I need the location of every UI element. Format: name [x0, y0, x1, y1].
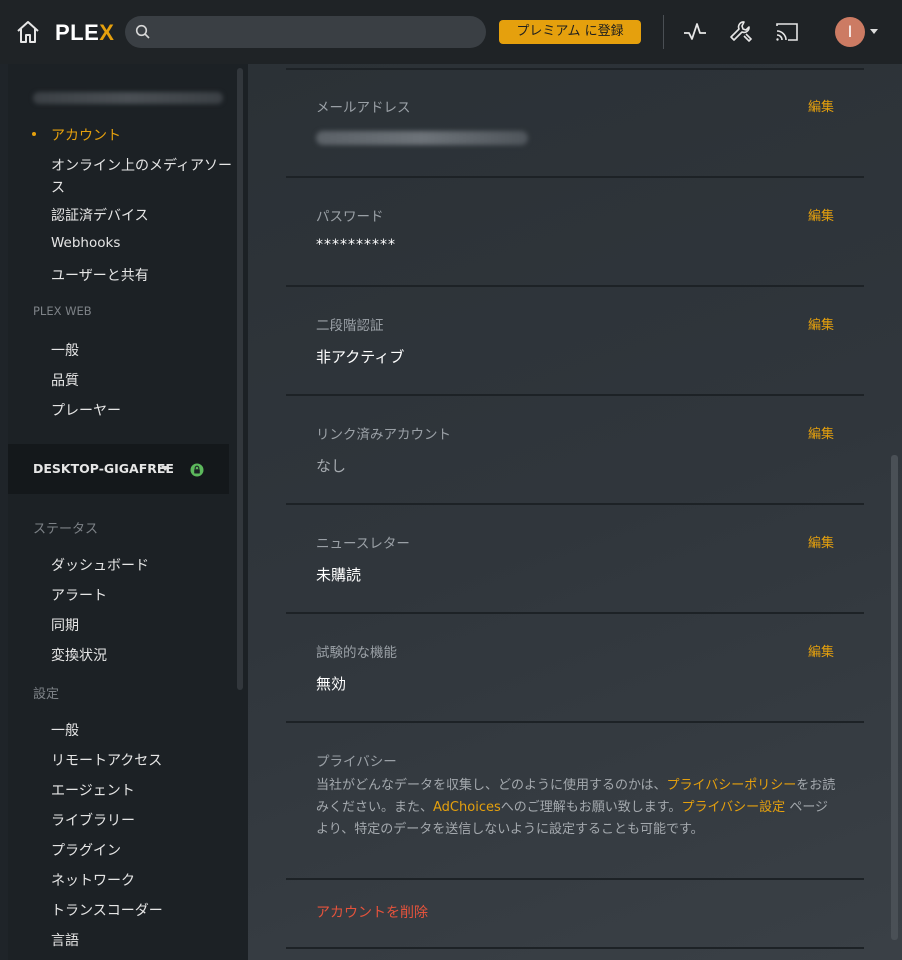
experimental-label: 試験的な機能 — [316, 645, 397, 661]
newsletter-label: ニュースレター — [316, 536, 410, 552]
linked-accounts-value: なし — [316, 457, 347, 475]
sidebar-item-plugins[interactable]: プラグイン — [51, 840, 121, 860]
privacy-policy-link[interactable]: プライバシーポリシー — [666, 778, 796, 793]
cast-icon[interactable] — [774, 18, 800, 46]
account-name-redacted — [33, 92, 223, 104]
sidebar-item-agents[interactable]: エージェント — [51, 780, 135, 800]
section-divider — [286, 285, 864, 287]
linked-accounts-label: リンク済みアカウント — [316, 427, 451, 443]
privacy-text-part: へのご理解もお願い致します。 — [500, 800, 682, 815]
section-divider — [286, 394, 864, 396]
activity-icon[interactable] — [682, 18, 708, 46]
search-icon — [135, 24, 151, 40]
linked-accounts-edit-link[interactable]: 編集 — [808, 423, 834, 442]
sidebar-item-remote-access[interactable]: リモートアクセス — [51, 750, 162, 770]
experimental-edit-link[interactable]: 編集 — [808, 641, 834, 660]
privacy-label: プライバシー — [316, 754, 397, 770]
main-scrollbar[interactable] — [891, 455, 898, 940]
section-divider — [286, 947, 864, 949]
sidebar-item-alerts[interactable]: アラート — [51, 585, 107, 605]
sidebar-scrollbar[interactable] — [237, 68, 243, 690]
section-divider — [286, 878, 864, 880]
privacy-text-part: 当社がどんなデータを収集し、どのように使用するのかは、 — [316, 778, 667, 793]
top-bar: PLEX プレミアム に登録 I — [0, 0, 902, 64]
sidebar-item-settings-general[interactable]: 一般 — [51, 720, 79, 740]
two-factor-edit-link[interactable]: 編集 — [808, 314, 834, 333]
sidebar-item-transcoder[interactable]: トランスコーダー — [51, 900, 163, 920]
section-heading-status: ステータス — [33, 522, 99, 537]
server-name: DESKTOP-GIGAFREE — [33, 461, 174, 476]
two-factor-label: 二段階認証 — [316, 318, 384, 334]
section-heading-settings: 設定 — [33, 687, 60, 702]
plex-logo[interactable]: PLEX — [55, 20, 114, 46]
sidebar-item-dashboard[interactable]: ダッシュボード — [51, 555, 149, 575]
section-divider — [286, 176, 864, 178]
server-selector[interactable]: DESKTOP-GIGAFREE — [8, 444, 229, 494]
delete-account-link[interactable]: アカウントを削除 — [316, 902, 428, 922]
chevron-down-icon[interactable] — [870, 29, 878, 34]
user-avatar[interactable]: I — [835, 17, 865, 47]
sidebar-item-account[interactable]: アカウント — [51, 125, 121, 145]
section-divider — [286, 721, 864, 723]
home-icon[interactable] — [14, 19, 42, 45]
logo-x: X — [99, 20, 115, 45]
password-value: ********** — [316, 237, 396, 253]
search-input[interactable] — [159, 16, 479, 48]
privacy-text: 当社がどんなデータを収集し、どのように使用するのかは、プライバシーポリシーをお読… — [316, 775, 836, 841]
logo-text: PLE — [55, 20, 100, 45]
sidebar-item-online-media-sources-wrap[interactable]: ス — [51, 177, 65, 197]
email-edit-link[interactable]: 編集 — [808, 96, 834, 115]
section-divider — [286, 612, 864, 614]
section-heading-plex-web: PLEX WEB — [33, 304, 92, 318]
sidebar-item-users-sharing[interactable]: ユーザーと共有 — [51, 265, 149, 285]
newsletter-value: 未購読 — [316, 566, 362, 584]
section-divider — [286, 503, 864, 505]
password-label: パスワード — [316, 209, 384, 225]
sidebar-item-web-quality[interactable]: 品質 — [51, 370, 79, 390]
email-label: メールアドレス — [316, 100, 411, 116]
sidebar-item-sync[interactable]: 同期 — [51, 615, 79, 635]
privacy-settings-link[interactable]: プライバシー設定 — [681, 800, 785, 815]
password-edit-link[interactable]: 編集 — [808, 205, 834, 224]
active-indicator — [32, 132, 36, 136]
sidebar-item-online-media-sources[interactable]: オンライン上のメディアソー — [51, 155, 232, 175]
sidebar-item-web-general[interactable]: 一般 — [51, 340, 79, 360]
search-bar[interactable] — [125, 16, 486, 48]
experimental-value: 無効 — [316, 675, 347, 693]
sidebar-item-web-player[interactable]: プレーヤー — [51, 400, 121, 420]
sidebar-item-transcode-status[interactable]: 変換状況 — [51, 645, 107, 665]
sidebar-item-language[interactable]: 言語 — [51, 930, 79, 950]
adchoices-link[interactable]: AdChoices — [433, 800, 501, 815]
lock-icon — [190, 462, 204, 477]
sidebar-item-webhooks[interactable]: Webhooks — [51, 235, 120, 251]
two-factor-value: 非アクティブ — [316, 348, 405, 366]
chevron-down-icon — [161, 466, 169, 471]
premium-button[interactable]: プレミアム に登録 — [499, 20, 641, 44]
email-value-redacted — [316, 131, 528, 145]
newsletter-edit-link[interactable]: 編集 — [808, 532, 834, 551]
settings-wrench-icon[interactable] — [728, 18, 754, 46]
toolbar-divider — [663, 15, 664, 49]
sidebar-item-authorized-devices[interactable]: 認証済デバイス — [51, 205, 149, 225]
sidebar-item-network[interactable]: ネットワーク — [51, 870, 135, 890]
section-divider — [286, 68, 864, 70]
sidebar-item-library[interactable]: ライブラリー — [51, 810, 135, 830]
